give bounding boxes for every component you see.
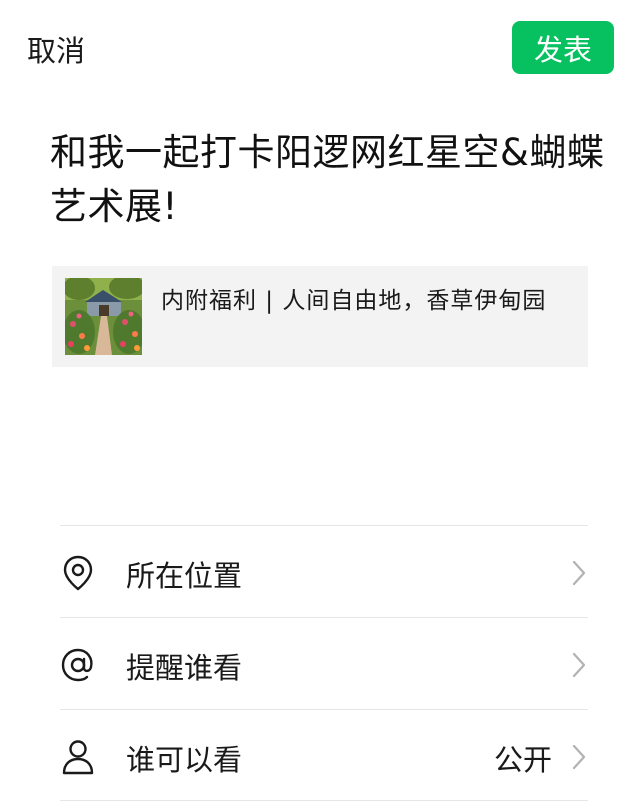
visibility-label: 谁可以看 <box>126 743 243 777</box>
post-text-input[interactable]: 和我一起打卡阳逻网红星空&蝴蝶艺术展! <box>50 126 610 234</box>
visibility-value: 公开 <box>493 743 552 777</box>
at-icon <box>60 646 96 684</box>
publish-button[interactable]: 发表 <box>512 21 614 74</box>
chevron-right-icon <box>572 560 586 586</box>
chevron-right-icon <box>572 652 586 678</box>
link-title: 内附福利 | 人间自由地，香草伊甸园 <box>161 288 547 314</box>
shared-link-card[interactable]: 内附福利 | 人间自由地，香草伊甸园 <box>52 266 588 367</box>
location-pin-icon <box>60 554 96 592</box>
moments-compose-screen: 取消 发表 和我一起打卡阳逻网红星空&蝴蝶艺术展! 内附福利 | 人间自由地，香… <box>0 0 640 809</box>
person-icon <box>60 738 96 776</box>
visibility-row[interactable]: 谁可以看 公开 <box>60 709 588 801</box>
remind-row[interactable]: 提醒谁看 <box>60 617 588 709</box>
location-row[interactable]: 所在位置 <box>60 525 588 617</box>
location-label: 所在位置 <box>126 559 243 593</box>
remind-label: 提醒谁看 <box>126 651 243 685</box>
link-thumbnail <box>65 278 142 355</box>
cancel-button[interactable]: 取消 <box>27 28 85 70</box>
chevron-right-icon <box>572 744 586 770</box>
